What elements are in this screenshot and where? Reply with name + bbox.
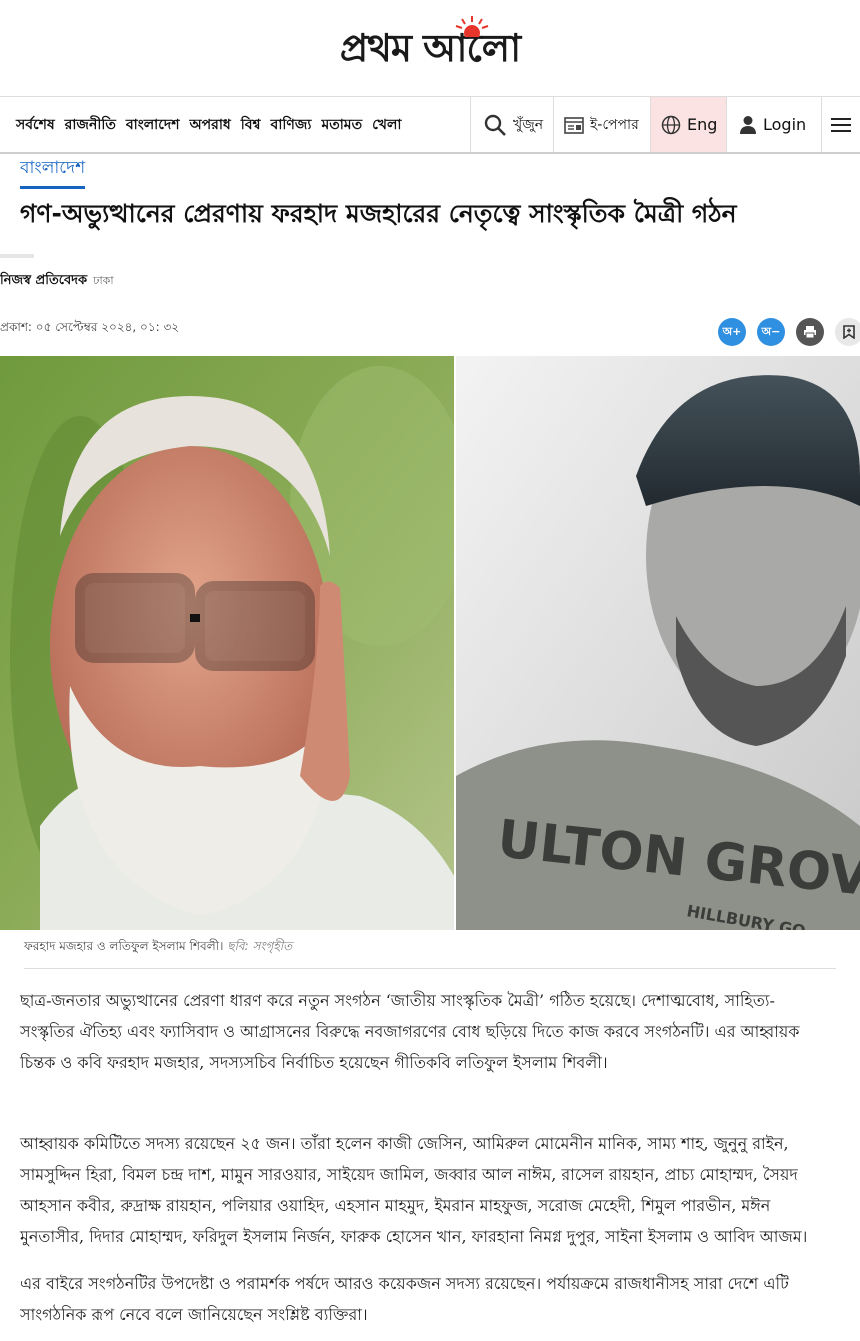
photo-caption: ফরহাদ মজহার ও লতিফুল ইসলাম শিবলী। ছবি: স… [24,938,292,958]
epaper-button[interactable]: ই-পেপার [553,97,650,152]
article-photo: ULTON GROVE HILLBURY GO [0,356,860,930]
language-label: Eng [687,115,718,134]
nav-links: সর্বশেষ রাজনীতি বাংলাদেশ অপরাধ বিশ্ব বাণ… [0,97,470,152]
section-tag[interactable]: বাংলাদেশ [20,155,86,189]
print-button[interactable] [796,318,824,346]
logo-text: প্রথম আলো [339,25,521,70]
headline-divider [0,254,34,258]
article-headline: গণ-অভ্যুত্থানের প্রেরণায় ফরহাদ মজহারের … [20,199,737,228]
search-icon [484,114,506,136]
masthead: প্রথম আলো [0,0,860,96]
language-button[interactable]: Eng [650,97,726,152]
nav-link-politics[interactable]: রাজনীতি [63,113,124,137]
search-button[interactable]: খুঁজুন [470,97,553,152]
print-icon [804,326,816,339]
epaper-label: ই-পেপার [590,116,639,133]
published-time: প্রকাশ: ০৫ সেপ্টেম্বর ২০২৪, ০১: ৩২ [0,320,180,334]
menu-button[interactable] [821,97,860,152]
nav-link-sports[interactable]: খেলা [370,113,409,137]
article-paragraph: এর বাইরে সংগঠনটির উপদেষ্টা ও পরামর্শক পর… [20,1274,789,1324]
nav-link-business[interactable]: বাণিজ্য [269,113,320,137]
caption-credit: ছবি: সংগৃহীত [227,939,293,953]
caption-text: ফরহাদ মজহার ও লতিফুল ইসলাম শিবলী। [24,939,224,953]
article-tools: অ+ অ− [718,318,860,346]
epaper-icon [564,116,584,134]
nav-link-crime[interactable]: অপরাধ [187,113,238,137]
bookmark-button[interactable] [835,318,860,346]
font-increase-button[interactable]: অ+ [718,318,746,346]
nav-link-opinion[interactable]: মতামত [319,113,370,137]
caption-rule [24,968,836,969]
hamburger-icon [831,117,851,132]
login-button[interactable]: Login [726,97,821,152]
byline: নিজস্ব প্রতিবেদক ঢাকা [0,271,114,292]
site-logo[interactable]: প্রথম আলো [339,16,521,70]
nav-link-bangladesh[interactable]: বাংলাদেশ [124,113,188,137]
nav-link-latest[interactable]: সর্বশেষ [14,113,63,137]
user-icon [740,115,756,134]
author-location: ঢাকা [93,274,114,287]
main-navbar: সর্বশেষ রাজনীতি বাংলাদেশ অপরাধ বিশ্ব বাণ… [0,96,860,154]
photo-latiful-islam-shibli: ULTON GROVE HILLBURY GO [456,356,860,930]
author-name[interactable]: নিজস্ব প্রতিবেদক [0,273,87,288]
nav-link-world[interactable]: বিশ্ব [239,113,269,137]
login-label: Login [763,115,807,134]
search-label: খুঁজুন [513,116,544,133]
photo-farhad-mazhar [0,356,454,930]
bookmark-icon [843,325,855,339]
globe-icon [661,115,681,134]
article-paragraph: আহ্বায়ক কমিটিতে সদস্য রয়েছেন ২৫ জন। তা… [20,1134,808,1246]
font-decrease-button[interactable]: অ− [757,318,785,346]
sun-logo-icon [455,16,489,37]
article-paragraph: ছাত্র-জনতার অভ্যুত্থানের প্রেরণা ধারণ কর… [20,991,800,1072]
